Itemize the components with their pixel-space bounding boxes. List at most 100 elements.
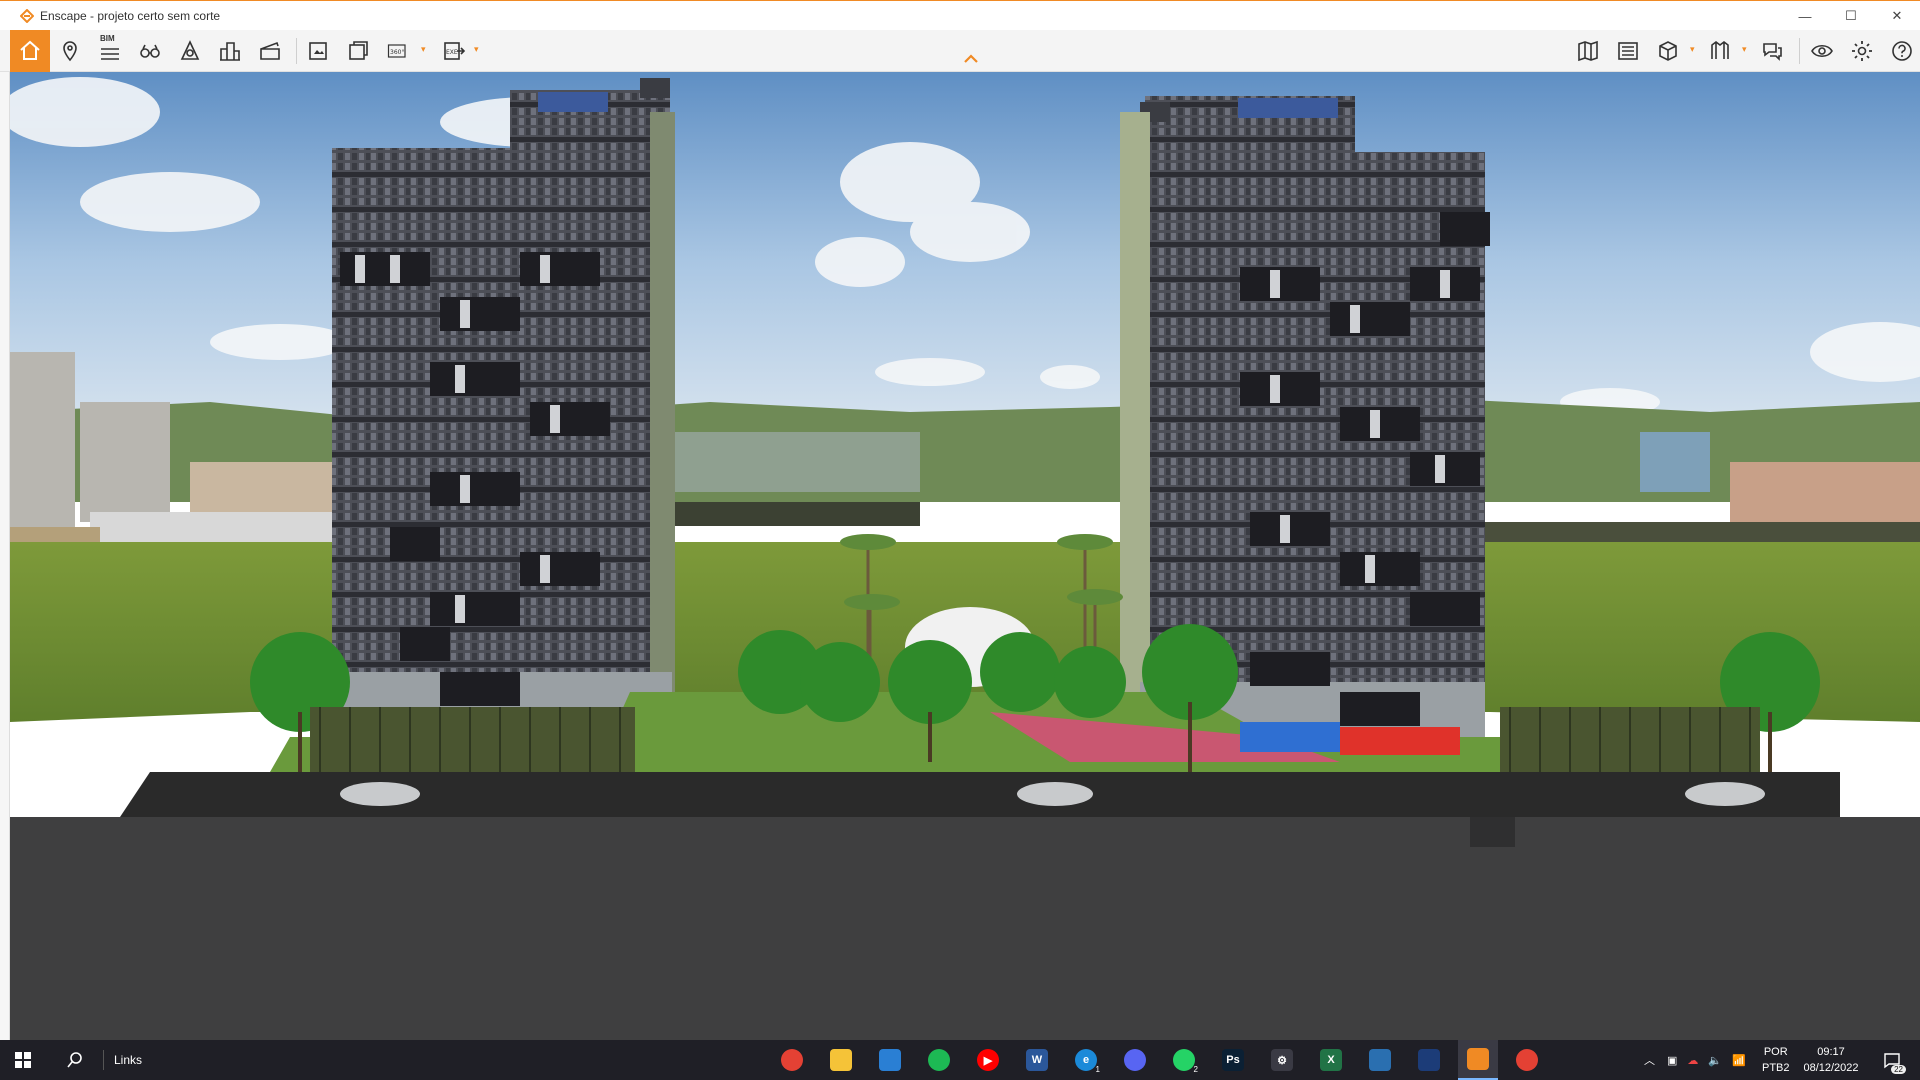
batch-render-button[interactable] bbox=[343, 36, 375, 66]
windows-logo-icon bbox=[15, 1052, 31, 1068]
enscape-logo-icon bbox=[20, 8, 34, 23]
taskbar-app-store[interactable] bbox=[870, 1040, 910, 1080]
taskbar-app-word[interactable]: W bbox=[1017, 1040, 1057, 1080]
title-bar: Enscape - projeto certo sem corte — ☐ ✕ bbox=[0, 0, 1920, 30]
photos-icon bbox=[1369, 1049, 1391, 1071]
keyboard-layout: PTB2 bbox=[1762, 1062, 1790, 1074]
video-editor-button[interactable] bbox=[254, 36, 286, 66]
search-button[interactable] bbox=[52, 1040, 98, 1080]
edge-icon: e bbox=[1075, 1049, 1097, 1071]
views-manager-button[interactable] bbox=[1704, 36, 1736, 66]
atmosphere-button[interactable] bbox=[174, 36, 206, 66]
collaboration-icon bbox=[1763, 43, 1782, 61]
window-controls: — ☐ ✕ bbox=[1782, 1, 1920, 31]
asset-library-button[interactable] bbox=[1612, 36, 1644, 66]
taskbar-app-photos[interactable] bbox=[1360, 1040, 1400, 1080]
maximize-button[interactable]: ☐ bbox=[1828, 1, 1874, 31]
settings-button[interactable] bbox=[1846, 36, 1878, 66]
help-icon bbox=[1892, 41, 1912, 61]
taskbar-app-whatsapp[interactable]: 2 bbox=[1164, 1040, 1204, 1080]
youtube-icon: ▶ bbox=[977, 1049, 999, 1071]
chrome-icon bbox=[781, 1049, 803, 1071]
taskbar-app-youtube[interactable]: ▶ bbox=[968, 1040, 1008, 1080]
sketchup-icon bbox=[1418, 1049, 1440, 1071]
export-dropdown-caret[interactable]: ▾ bbox=[474, 44, 479, 55]
whatsapp-badge: 2 bbox=[1193, 1065, 1198, 1074]
window-title: Enscape - projeto certo sem corte bbox=[40, 8, 221, 23]
close-button[interactable]: ✕ bbox=[1874, 1, 1920, 31]
windows-taskbar: Links ▶ We 1 2 Ps ⚙ X ︿ ▣ ☁ 🔈 📶 POR PTB2 09:17… bbox=[0, 1040, 1920, 1080]
enscape-toolbar: BIM 360° ▾ EXE ▾ ▾ ▾ bbox=[0, 30, 1920, 72]
language-indicator[interactable]: POR PTB2 bbox=[1762, 1044, 1790, 1076]
notification-center-button[interactable]: 22 bbox=[1872, 1040, 1912, 1080]
taskbar-app-chrome[interactable] bbox=[772, 1040, 812, 1080]
taskbar-app-excel[interactable]: X bbox=[1311, 1040, 1351, 1080]
taskbar-divider bbox=[103, 1050, 104, 1070]
exe-label: EXE bbox=[446, 49, 458, 56]
discord-icon bbox=[1124, 1049, 1146, 1071]
map-button[interactable] bbox=[1572, 36, 1604, 66]
video-editor-icon bbox=[260, 41, 280, 60]
taskbar-app-enscape[interactable] bbox=[1458, 1040, 1498, 1080]
clock-time: 09:17 bbox=[1817, 1046, 1845, 1058]
material-dropdown-caret[interactable]: ▾ bbox=[1690, 44, 1695, 55]
architectural-render-image bbox=[10, 72, 1920, 1040]
language-code: POR bbox=[1763, 1046, 1788, 1058]
asset-library-icon bbox=[1618, 42, 1638, 60]
meet-now-icon[interactable]: ▣ bbox=[1667, 1054, 1677, 1067]
wifi-icon[interactable]: 📶 bbox=[1732, 1054, 1746, 1067]
material-editor-button[interactable] bbox=[1652, 36, 1684, 66]
left-panel-edge bbox=[0, 72, 10, 1040]
taskbar-app-discord[interactable] bbox=[1115, 1040, 1155, 1080]
atmosphere-icon bbox=[180, 40, 200, 60]
panorama-label: 360° bbox=[390, 49, 404, 56]
start-button[interactable] bbox=[0, 1040, 46, 1080]
excel-icon: X bbox=[1320, 1049, 1342, 1071]
buildings-icon bbox=[220, 42, 240, 61]
toolbar-separator bbox=[296, 38, 297, 64]
volume-icon[interactable]: 🔈 bbox=[1708, 1054, 1722, 1067]
taskbar-app-edge[interactable]: e1 bbox=[1066, 1040, 1106, 1080]
visual-settings-icon bbox=[1811, 44, 1833, 58]
taskbar-app-sketchup[interactable] bbox=[1409, 1040, 1449, 1080]
bim-button[interactable]: BIM bbox=[94, 34, 126, 66]
help-button[interactable] bbox=[1886, 36, 1918, 66]
search-icon bbox=[67, 1052, 82, 1068]
screenshot-icon bbox=[309, 42, 327, 60]
visual-settings-button[interactable] bbox=[1806, 36, 1838, 66]
material-editor-icon bbox=[1659, 41, 1677, 61]
taskbar-app-settings[interactable]: ⚙ bbox=[1262, 1040, 1302, 1080]
settings-icon bbox=[1852, 41, 1872, 61]
whatsapp-icon bbox=[1173, 1049, 1195, 1071]
screenshot-button[interactable] bbox=[303, 36, 335, 66]
buildings-button[interactable] bbox=[214, 36, 246, 66]
tray-overflow-chevron-icon[interactable]: ︿ bbox=[1644, 1052, 1655, 1068]
views-button[interactable] bbox=[134, 36, 166, 66]
clock-date: 08/12/2022 bbox=[1803, 1062, 1859, 1074]
clock[interactable]: 09:17 08/12/2022 bbox=[1796, 1044, 1866, 1076]
collaboration-button[interactable] bbox=[1756, 36, 1788, 66]
render-viewport[interactable] bbox=[10, 72, 1920, 1040]
left-tower bbox=[332, 78, 675, 748]
views-dropdown-caret[interactable]: ▾ bbox=[1742, 44, 1747, 55]
panorama-button[interactable]: 360° bbox=[383, 36, 415, 66]
collapse-toolbar-chevron-icon[interactable] bbox=[962, 52, 980, 64]
taskbar-app-chrome-profile[interactable] bbox=[1507, 1040, 1547, 1080]
onedrive-icon[interactable]: ☁ bbox=[1687, 1054, 1698, 1067]
panorama-dropdown-caret[interactable]: ▾ bbox=[421, 44, 426, 55]
taskbar-app-photoshop[interactable]: Ps bbox=[1213, 1040, 1253, 1080]
links-toolbar[interactable]: Links bbox=[114, 1040, 142, 1080]
spotify-icon bbox=[928, 1049, 950, 1071]
export-button[interactable]: EXE bbox=[438, 36, 470, 66]
map-icon bbox=[1578, 40, 1598, 62]
bim-label: BIM bbox=[100, 34, 115, 43]
export-icon: EXE bbox=[444, 42, 466, 60]
minimize-button[interactable]: — bbox=[1782, 1, 1828, 31]
taskbar-app-file-explorer[interactable] bbox=[821, 1040, 861, 1080]
system-tray: ︿ ▣ ☁ 🔈 📶 bbox=[1644, 1040, 1746, 1080]
settings-icon: ⚙ bbox=[1271, 1049, 1293, 1071]
home-button[interactable] bbox=[10, 30, 50, 72]
location-button[interactable] bbox=[54, 36, 86, 66]
taskbar-app-spotify[interactable] bbox=[919, 1040, 959, 1080]
toolbar-separator bbox=[1799, 38, 1800, 64]
